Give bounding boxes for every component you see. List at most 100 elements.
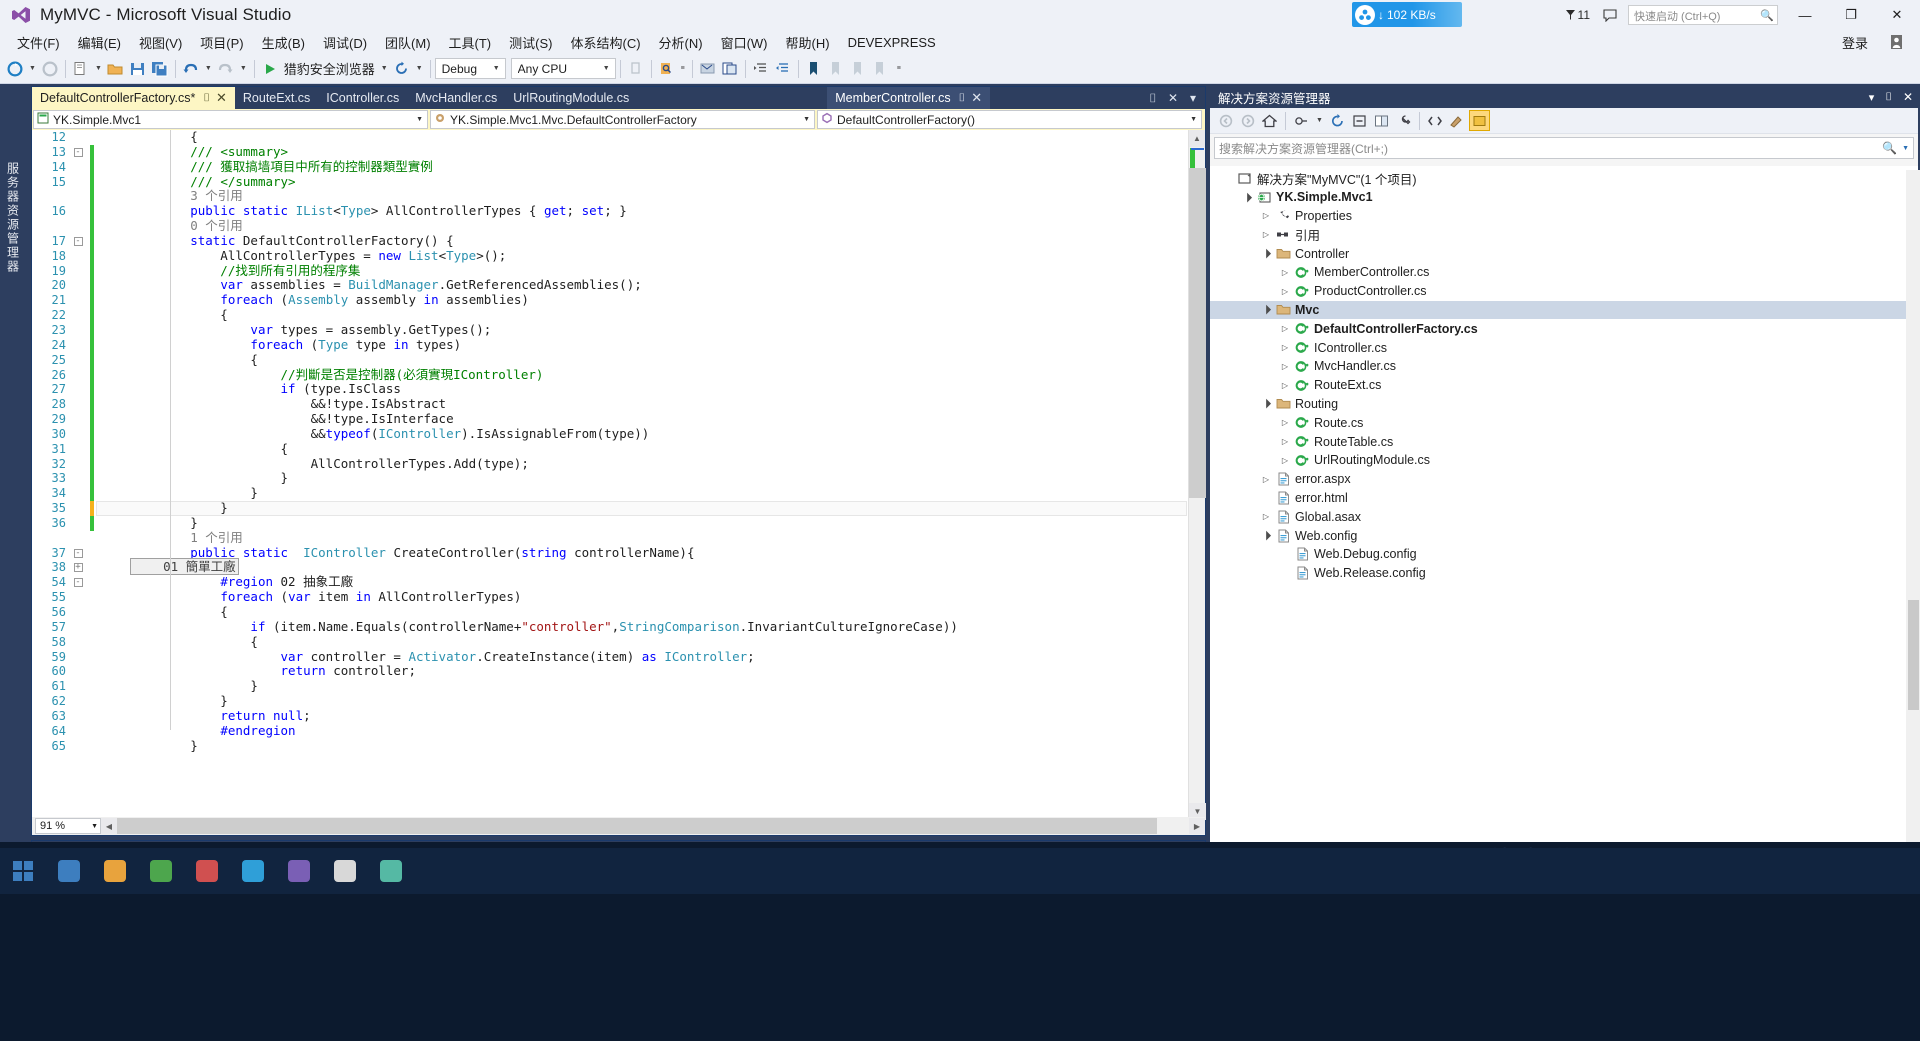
right-edge-scrollbar[interactable] [1906,170,1920,930]
code-line[interactable]: 0 个引用 [32,218,1205,234]
next-bookmark-icon[interactable] [847,57,869,81]
solution-tree-item[interactable]: ◢ YK.Simple.Mvc1 [1210,188,1918,207]
collapse-all-icon[interactable] [1349,110,1370,131]
search-icon[interactable]: 🔍 [1882,141,1897,155]
code-line[interactable]: 21 foreach (Assembly assembly in assembl… [32,292,1205,309]
start-button-icon[interactable] [0,848,46,894]
editor-tab-1[interactable]: RouteExt.cs [235,87,318,109]
code-line[interactable]: 22 { [32,307,1205,323]
designer-view-icon[interactable] [1447,110,1468,131]
collapsed-twisty-icon[interactable]: ▷ [1277,418,1293,427]
menu-item-5[interactable]: 调试(D) [314,31,376,54]
navigate-back-icon[interactable] [4,57,26,81]
code-line[interactable]: 17- static DefaultControllerFactory() { [32,233,1205,249]
pending-changes-icon[interactable] [1291,110,1312,131]
start-dropdown-icon[interactable]: ▼ [378,65,391,72]
solution-tree-item[interactable]: ▷ error.aspx [1210,470,1918,489]
code-line[interactable]: 55 foreach (var item in AllControllerTyp… [32,589,1205,605]
network-speed-widget[interactable]: ↓ 102 KB/s [1352,2,1462,27]
refresh-dropdown-icon[interactable]: ▼ [413,65,426,72]
login-button[interactable]: 登录 [1842,33,1868,52]
menu-item-13[interactable]: DEVEXPRESS [839,33,945,52]
show-all-files-icon[interactable] [1371,110,1392,131]
code-line[interactable]: 58 { [32,634,1205,650]
pin-icon[interactable]: ⌷ [959,92,966,105]
navbar-type-combo[interactable]: YK.Simple.Mvc1.Mvc.DefaultControllerFact… [430,110,815,129]
scroll-thumb[interactable] [1189,168,1206,498]
back-dropdown-icon[interactable]: ▼ [26,65,39,72]
quick-launch-input[interactable]: 快速启动 (Ctrl+Q) 🔍 [1628,5,1778,25]
code-line[interactable]: 28 &&!type.IsAbstract [32,396,1205,413]
menu-item-8[interactable]: 测试(S) [500,31,561,54]
windows-taskbar[interactable] [0,848,1920,894]
code-line[interactable]: 35 } [32,500,1205,516]
refresh-icon[interactable] [1327,110,1348,131]
code-line[interactable]: 15 /// </summary> [32,174,1205,190]
refresh-icon[interactable] [391,57,413,81]
code-line[interactable]: 63 return null; [32,708,1205,724]
menu-item-12[interactable]: 帮助(H) [777,31,839,54]
notification-flag-icon[interactable]: 11 [1559,8,1596,22]
collapsed-twisty-icon[interactable]: ▷ [1277,287,1293,296]
close-icon[interactable]: ✕ [1903,90,1913,104]
solution-tree-item[interactable]: ▷ DefaultControllerFactory.cs [1210,319,1918,338]
solution-tree-item[interactable]: ◢ Routing [1210,395,1918,414]
uncomment-icon[interactable] [719,57,741,81]
close-icon[interactable]: ✕ [216,90,227,106]
configuration-combo[interactable]: Debug ▼ [434,58,506,79]
code-line[interactable]: 64 #endregion [32,723,1205,739]
code-line[interactable]: 20 var assemblies = BuildManager.GetRefe… [32,278,1205,294]
solution-tree-item[interactable]: ▷ MemberController.cs [1210,263,1918,282]
collapsed-twisty-icon[interactable]: ▷ [1277,343,1293,352]
code-line[interactable]: 23 var types = assembly.GetTypes(); [32,322,1205,338]
solution-tree-item[interactable]: ▷ MvcHandler.cs [1210,357,1918,376]
redo-icon[interactable] [215,57,237,81]
taskbar-item-1[interactable] [92,848,138,894]
expand-region-icon[interactable]: + [72,560,84,575]
editor-tab-2[interactable]: IController.cs [318,87,407,109]
code-line[interactable]: 3 个引用 [32,188,1205,205]
taskbar-item-4[interactable] [230,848,276,894]
solution-tree-item[interactable]: ◢ Mvc [1210,300,1918,320]
navbar-member-combo[interactable]: DefaultControllerFactory() ▼ [817,110,1202,129]
code-line[interactable]: 16 public static IList<Type> AllControll… [32,203,1205,220]
collapsed-twisty-icon[interactable]: ▷ [1277,324,1293,333]
solution-tree-item[interactable]: ◢ Web.config [1210,526,1918,545]
tab-list-dropdown-icon[interactable]: ▾ [1185,91,1201,105]
back-icon[interactable] [1215,110,1236,131]
redo-dropdown-icon[interactable]: ▼ [237,65,250,72]
navigate-forward-icon[interactable] [39,57,61,81]
menu-item-1[interactable]: 编辑(E) [69,31,130,54]
collapse-region-icon[interactable]: - [72,234,84,249]
indent-icon[interactable] [750,57,772,81]
account-icon[interactable] [1886,32,1906,52]
taskbar-item-6[interactable] [322,848,368,894]
solution-tree-item[interactable]: ▷ Global.asax [1210,507,1918,526]
platform-combo[interactable]: Any CPU ▼ [510,58,616,79]
code-view-icon[interactable] [1425,110,1446,131]
menu-item-9[interactable]: 体系结构(C) [561,31,649,54]
solution-tree-item[interactable]: Web.Release.config [1210,564,1918,583]
find-in-file-icon[interactable] [656,57,678,81]
editor-tab-4[interactable]: UrlRoutingModule.cs [505,87,637,109]
code-line[interactable]: 61 } [32,678,1205,694]
taskbar-item-0[interactable] [46,848,92,894]
scroll-right-arrow-icon[interactable]: ▶ [1189,818,1205,834]
collapsed-twisty-icon[interactable]: ▷ [1258,512,1274,521]
menu-item-0[interactable]: 文件(F) [8,31,69,54]
code-line[interactable]: 18 AllControllerTypes = new List<Type>()… [32,248,1205,264]
prev-bookmark-icon[interactable] [825,57,847,81]
solution-tree-item[interactable]: ◢ Controller [1210,244,1918,263]
code-line[interactable]: 29 &&!type.IsInterface [32,411,1205,427]
zoom-level-combo[interactable]: 91 % ▼ [35,818,101,834]
solution-tree-item[interactable]: ▷ ProductController.cs [1210,282,1918,301]
collapsed-twisty-icon[interactable]: ▷ [1258,475,1274,484]
expanded-twisty-icon[interactable]: ◢ [1256,244,1275,263]
close-icon[interactable]: ✕ [1165,91,1181,105]
collapsed-twisty-icon[interactable]: ▷ [1277,456,1293,465]
restore-button[interactable]: ❐ [1828,0,1874,30]
navbar-project-combo[interactable]: YK.Simple.Mvc1 ▼ [33,110,428,129]
menu-item-3[interactable]: 项目(P) [191,31,252,54]
code-line[interactable]: 34 } [32,485,1205,502]
collapsed-twisty-icon[interactable]: ▷ [1277,362,1293,371]
